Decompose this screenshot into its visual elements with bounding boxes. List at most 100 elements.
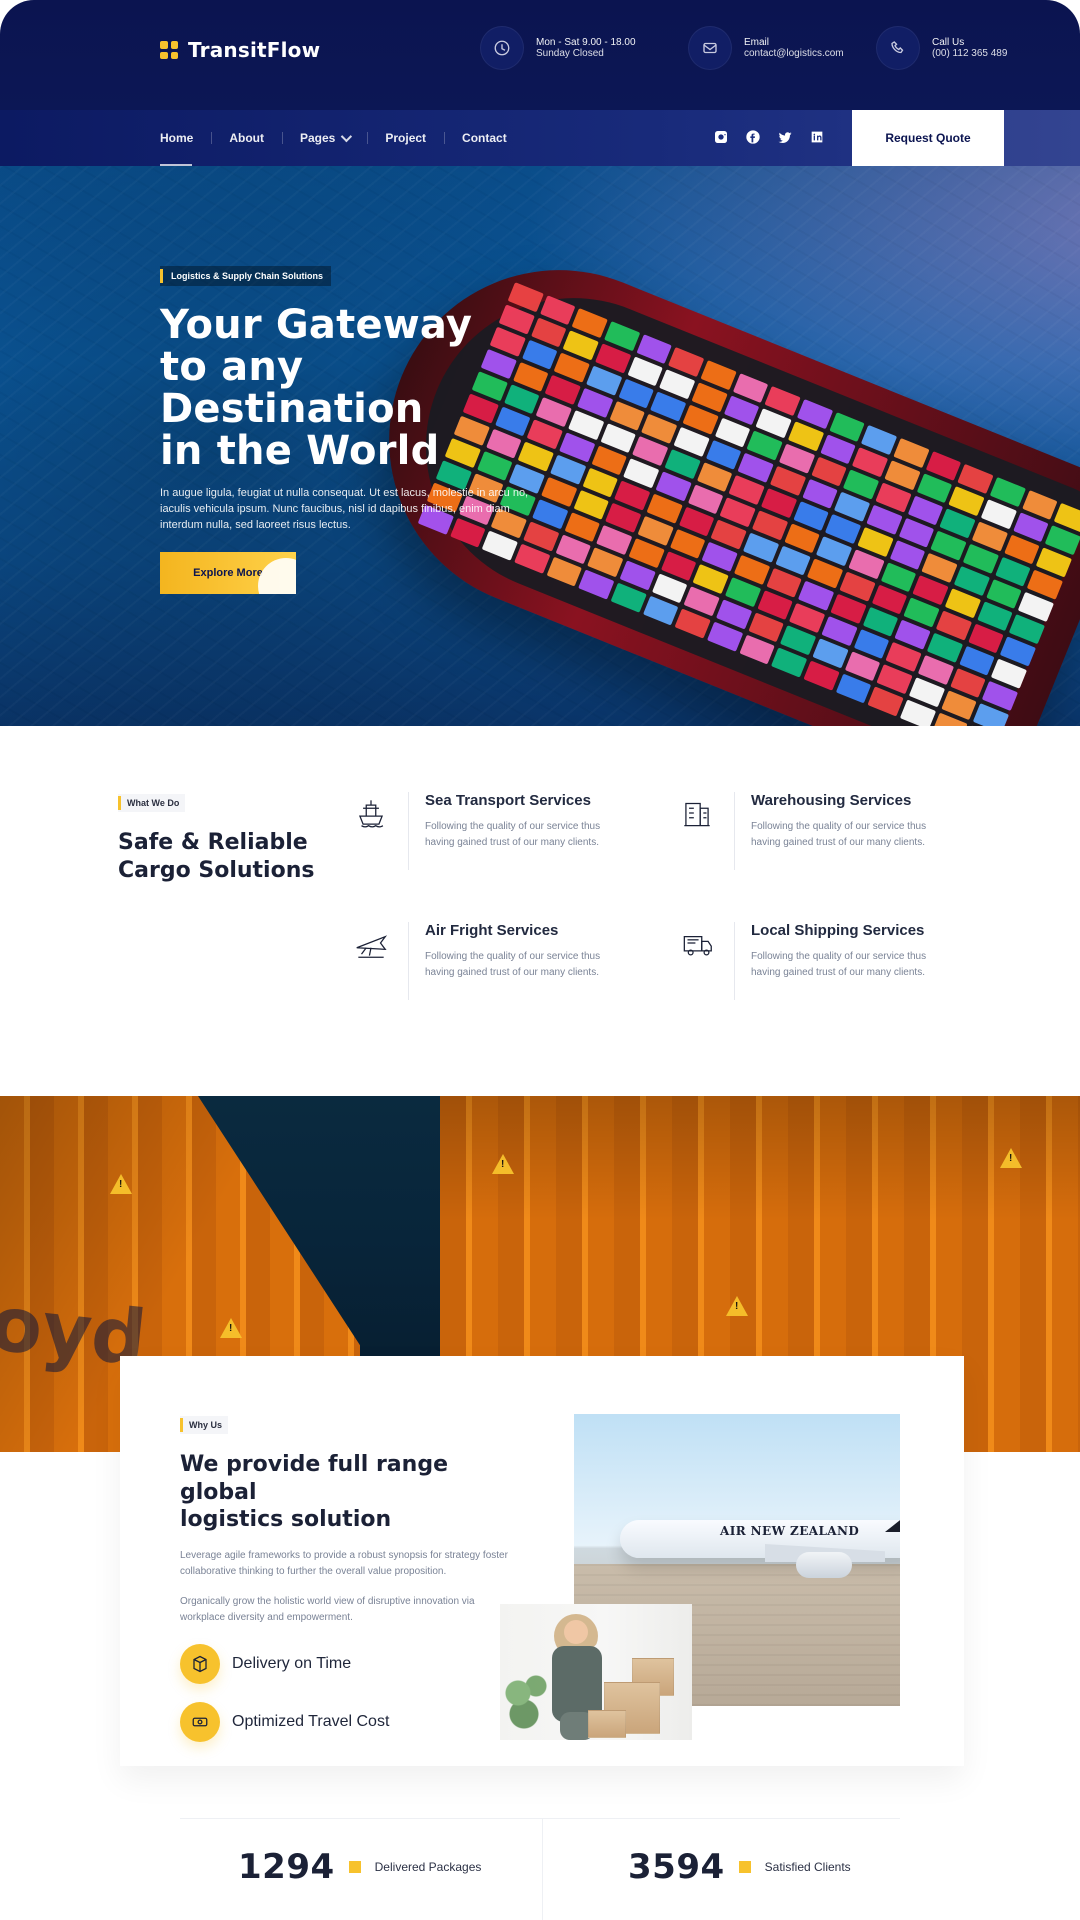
- nav-about[interactable]: About: [211, 110, 282, 166]
- hero: Logistics & Supply Chain Solutions Your …: [0, 166, 1080, 726]
- stat-accent: [738, 1861, 751, 1873]
- nav-home[interactable]: Home: [160, 110, 211, 166]
- stat-number: 1294: [238, 1847, 335, 1887]
- facebook-icon[interactable]: [744, 128, 762, 146]
- truck-icon: [676, 922, 718, 964]
- service-desc: Following the quality of our service thu…: [425, 821, 601, 848]
- why-us-title-line1: We provide full range global: [180, 1452, 448, 1505]
- cardboard-box: [588, 1710, 626, 1738]
- service-text: Air Fright Services Following the qualit…: [425, 922, 615, 981]
- service-divider: [408, 922, 409, 1000]
- contact-hours-line1: Mon - Sat 9.00 - 18.00: [536, 37, 636, 48]
- service-text: Local Shipping Services Following the qu…: [751, 922, 941, 981]
- contact-hours: Mon - Sat 9.00 - 18.00 Sunday Closed: [480, 26, 636, 70]
- nav-pages[interactable]: Pages: [282, 110, 367, 166]
- twitter-icon[interactable]: [776, 128, 794, 146]
- contact-phone[interactable]: Call Us (00) 112 365 489: [876, 26, 1007, 70]
- feature-delivery-label: Delivery on Time: [232, 1654, 352, 1672]
- services-header: What We Do Safe & Reliable Cargo Solutio…: [118, 794, 314, 884]
- nav-project[interactable]: Project: [367, 110, 444, 166]
- service-desc: Following the quality of our service thu…: [751, 951, 927, 978]
- logo-mark-icon: [160, 41, 178, 59]
- why-us-tag: Why Us: [180, 1416, 229, 1434]
- hero-eyebrow-text: Logistics & Supply Chain Solutions: [171, 271, 324, 281]
- chevron-down-icon: [341, 130, 353, 143]
- service-warehousing[interactable]: Warehousing Services Following the quali…: [676, 792, 941, 870]
- services-title-line1: Safe & Reliable: [118, 830, 308, 855]
- topbar: TransitFlow Mon - Sat 9.00 - 18.00 Sunda…: [0, 0, 1080, 110]
- contact-phone-text: Call Us (00) 112 365 489: [932, 37, 1007, 59]
- nav-pages-label: Pages: [300, 131, 336, 145]
- phone-icon: [876, 26, 920, 70]
- contact-email[interactable]: Email contact@logistics.com: [688, 26, 844, 70]
- contact-hours-text: Mon - Sat 9.00 - 18.00 Sunday Closed: [536, 37, 636, 59]
- why-us-paragraph-1: Leverage agile frameworks to provide a r…: [180, 1549, 508, 1577]
- contact-hours-line2: Sunday Closed: [536, 48, 604, 59]
- service-divider: [408, 792, 409, 870]
- nav-contact[interactable]: Contact: [444, 110, 525, 166]
- stat-label: Delivered Packages: [374, 1860, 482, 1874]
- cash-icon: [180, 1701, 220, 1742]
- airplane-livery-text: AIR NEW ZEALAND: [720, 1524, 860, 1538]
- contact-phone-line2: (00) 112 365 489: [932, 48, 1008, 59]
- stats-strip: 1294 Delivered Packages 3594 Satisfied C…: [180, 1818, 900, 1920]
- services-title: Safe & Reliable Cargo Solutions: [118, 829, 314, 884]
- linkedin-icon[interactable]: [808, 128, 826, 146]
- service-text: Warehousing Services Following the quali…: [751, 792, 941, 851]
- why-us-card: Why Us We provide full range global logi…: [120, 1356, 964, 1766]
- contact-email-line2: contact@logistics.com: [744, 48, 844, 59]
- contact-email-line1: Email: [744, 37, 770, 48]
- eyebrow-bar: [160, 269, 163, 283]
- hero-subtitle: In augue ligula, feugiat ut nulla conseq…: [160, 487, 529, 531]
- hero-title-line2: to any Destination: [160, 344, 424, 432]
- woman-head: [564, 1620, 588, 1644]
- service-air-fright[interactable]: Air Fright Services Following the qualit…: [350, 922, 615, 1000]
- services-tag: What We Do: [118, 794, 186, 812]
- service-divider: [734, 922, 735, 1000]
- services-title-line2: Cargo Solutions: [118, 857, 315, 883]
- hero-title-line1: Your Gateway: [160, 302, 473, 348]
- service-title: Warehousing Services: [751, 792, 912, 809]
- ship-icon: [350, 792, 392, 834]
- plane-icon: [350, 922, 392, 964]
- airplane: AIR NEW ZEALAND: [600, 1484, 900, 1594]
- stat-number: 3594: [628, 1847, 725, 1887]
- mail-icon: [688, 26, 732, 70]
- service-sea-transport[interactable]: Sea Transport Services Following the qua…: [350, 792, 615, 870]
- service-local-shipping[interactable]: Local Shipping Services Following the qu…: [676, 922, 941, 1000]
- service-text: Sea Transport Services Following the qua…: [425, 792, 615, 851]
- stat-label: Satisfied Clients: [764, 1860, 851, 1874]
- stat-clients: 3594 Satisfied Clients: [628, 1847, 851, 1887]
- landing-page: TransitFlow Mon - Sat 9.00 - 18.00 Sunda…: [0, 0, 1080, 1920]
- contact-email-text: Email contact@logistics.com: [744, 37, 844, 59]
- instagram-icon[interactable]: [712, 128, 730, 146]
- service-desc: Following the quality of our service thu…: [751, 821, 927, 848]
- why-us-tag-text: Why Us: [189, 1420, 223, 1430]
- service-title: Local Shipping Services: [751, 922, 925, 939]
- services-tag-text: What We Do: [127, 798, 180, 808]
- service-title: Air Fright Services: [425, 922, 559, 939]
- clock-icon: [480, 26, 524, 70]
- why-us-content: Why Us We provide full range global logi…: [180, 1416, 510, 1742]
- nav-links: Home About Pages Project Contact: [160, 110, 525, 166]
- stat-accent: [348, 1861, 361, 1873]
- service-title: Sea Transport Services: [425, 792, 591, 809]
- feature-cost: Optimized Travel Cost: [180, 1701, 510, 1742]
- request-quote-button[interactable]: Request Quote: [852, 110, 1004, 166]
- woman-with-boxes-image: [500, 1604, 692, 1740]
- tag-bar: [180, 1418, 183, 1432]
- feature-delivery: Delivery on Time: [180, 1643, 510, 1684]
- airplane-engine: [796, 1552, 852, 1578]
- hero-eyebrow: Logistics & Supply Chain Solutions: [160, 266, 332, 286]
- hero-title: Your Gateway to any Destination in the W…: [160, 304, 560, 472]
- explore-more-button[interactable]: Explore More: [160, 551, 296, 594]
- why-us-title-line2: logistics solution: [180, 1507, 392, 1532]
- tag-bar: [118, 796, 121, 810]
- logo[interactable]: TransitFlow: [160, 38, 320, 62]
- why-us-paragraph-2: Organically grow the holistic world view…: [180, 1595, 475, 1623]
- box-icon: [180, 1643, 220, 1684]
- hero-content: Logistics & Supply Chain Solutions Your …: [160, 266, 560, 594]
- brand-name: TransitFlow: [188, 38, 321, 62]
- social-links: [712, 128, 826, 146]
- feature-cost-label: Optimized Travel Cost: [232, 1712, 390, 1730]
